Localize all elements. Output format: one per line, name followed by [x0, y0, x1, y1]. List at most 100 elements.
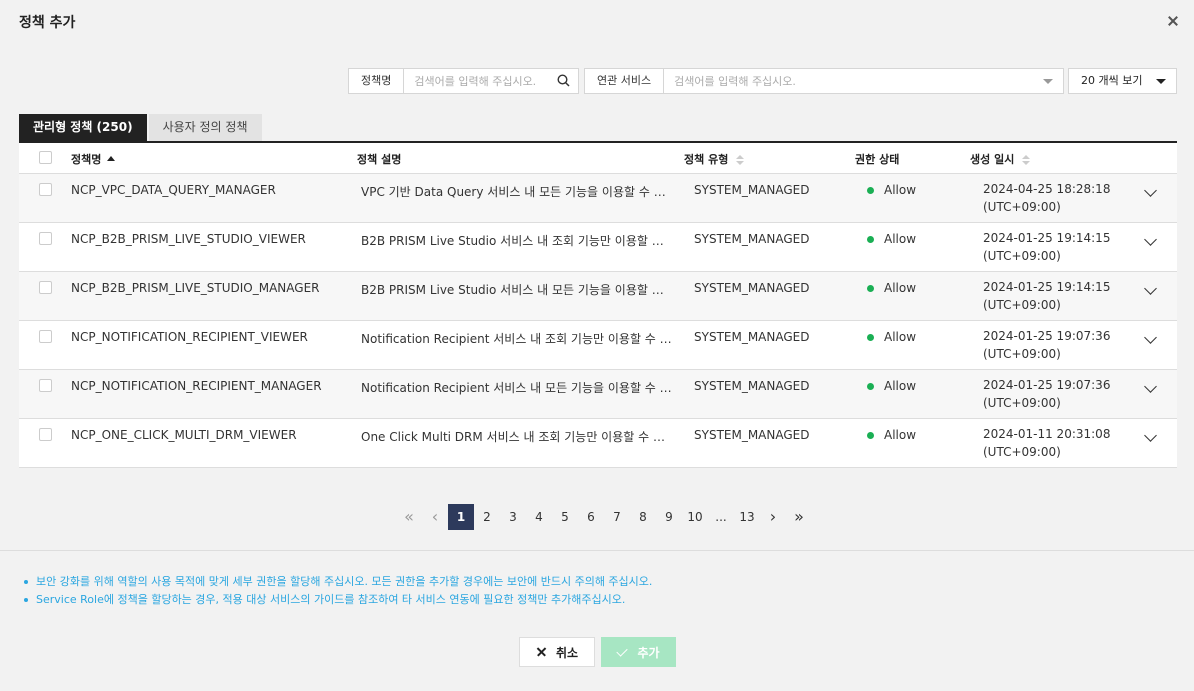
row-checkbox[interactable]	[39, 330, 52, 343]
policy-name: NCP_NOTIFICATION_RECIPIENT_VIEWER	[71, 330, 308, 344]
chevron-down-icon[interactable]	[1144, 233, 1157, 246]
page-1[interactable]: 1	[448, 504, 474, 530]
search-icon[interactable]	[557, 74, 570, 87]
first-page-icon[interactable]: «	[396, 504, 422, 530]
policy-name: NCP_NOTIFICATION_RECIPIENT_MANAGER	[71, 379, 322, 393]
last-page-icon[interactable]: »	[786, 504, 812, 530]
page-13[interactable]: 13	[734, 504, 760, 530]
chevron-down-icon[interactable]	[1144, 429, 1157, 442]
sort-asc-icon	[107, 156, 116, 161]
policy-table: 정책명 정책 설명 정책 유형 권한 상태 생성 일시 NCP_VPC_DATA…	[19, 143, 1177, 468]
column-label: 정책 설명	[357, 153, 402, 166]
status-text: Allow	[884, 232, 917, 246]
column-label: 생성 일시	[970, 153, 1015, 166]
column-label: 권한 상태	[855, 153, 900, 166]
created-date: 2024-01-11 20:31:08 (UTC+09:00)	[983, 425, 1110, 461]
chevron-down-icon[interactable]	[1043, 79, 1053, 84]
page-2[interactable]: 2	[474, 504, 500, 530]
page-4[interactable]: 4	[526, 504, 552, 530]
table-row[interactable]: NCP_B2B_PRISM_LIVE_STUDIO_VIEWER B2B PRI…	[19, 223, 1177, 272]
tab-managed-policy[interactable]: 관리형 정책 (250)	[19, 114, 147, 141]
table-header: 정책명 정책 설명 정책 유형 권한 상태 생성 일시	[19, 143, 1177, 174]
page-9[interactable]: 9	[656, 504, 682, 530]
search-input[interactable]	[404, 69, 578, 93]
add-button[interactable]: 추가	[601, 637, 676, 667]
policy-name: NCP_ONE_CLICK_MULTI_DRM_VIEWER	[71, 428, 297, 442]
chevron-down-icon[interactable]	[1144, 184, 1157, 197]
policy-desc: Notification Recipient 서비스 내 모든 기능을 이용할 …	[361, 381, 673, 395]
policy-status: Allow	[867, 428, 916, 442]
date-text: 2024-01-25 19:07:36	[983, 378, 1111, 392]
row-checkbox[interactable]	[39, 428, 52, 441]
column-header-type[interactable]: 정책 유형	[684, 151, 745, 167]
table-row[interactable]: NCP_ONE_CLICK_MULTI_DRM_VIEWER One Click…	[19, 419, 1177, 468]
row-checkbox[interactable]	[39, 379, 52, 392]
close-icon[interactable]	[1164, 12, 1182, 30]
policy-tabs: 관리형 정책 (250) 사용자 정의 정책	[19, 114, 264, 141]
page-8[interactable]: 8	[630, 504, 656, 530]
policy-desc: B2B PRISM Live Studio 서비스 내 조회 기능만 이용할 수…	[361, 234, 673, 248]
table-row[interactable]: NCP_NOTIFICATION_RECIPIENT_VIEWER Notifi…	[19, 321, 1177, 370]
column-header-date[interactable]: 생성 일시	[970, 151, 1031, 167]
policy-name: NCP_VPC_DATA_QUERY_MANAGER	[71, 183, 276, 197]
created-date: 2024-01-25 19:07:36 (UTC+09:00)	[983, 327, 1110, 363]
page-5[interactable]: 5	[552, 504, 578, 530]
policy-type: SYSTEM_MANAGED	[694, 183, 810, 197]
modal-title: 정책 추가	[19, 15, 76, 31]
page-6[interactable]: 6	[578, 504, 604, 530]
cancel-button[interactable]: 취소	[519, 637, 595, 667]
created-date: 2024-01-25 19:14:15 (UTC+09:00)	[983, 229, 1110, 265]
service-filter-input[interactable]	[664, 69, 1063, 93]
row-checkbox[interactable]	[39, 232, 52, 245]
tab-custom-policy[interactable]: 사용자 정의 정책	[148, 114, 262, 141]
date-text: 2024-01-25 19:14:15	[983, 231, 1111, 245]
timezone-text: (UTC+09:00)	[983, 396, 1061, 410]
chevron-down-icon[interactable]	[1144, 282, 1157, 295]
policy-name: NCP_B2B_PRISM_LIVE_STUDIO_MANAGER	[71, 281, 320, 295]
prev-page-icon[interactable]: ‹	[422, 504, 448, 530]
row-checkbox[interactable]	[39, 183, 52, 196]
table-row[interactable]: NCP_B2B_PRISM_LIVE_STUDIO_MANAGER B2B PR…	[19, 272, 1177, 321]
status-dot	[867, 333, 874, 341]
next-page-icon[interactable]: ›	[760, 504, 786, 530]
page-7[interactable]: 7	[604, 504, 630, 530]
status-text: Allow	[884, 183, 917, 197]
page-ellipsis: ...	[715, 510, 727, 524]
policy-status: Allow	[867, 232, 916, 246]
status-dot	[867, 186, 874, 194]
check-icon	[616, 644, 629, 657]
table-row[interactable]: NCP_NOTIFICATION_RECIPIENT_MANAGER Notif…	[19, 370, 1177, 419]
timezone-text: (UTC+09:00)	[983, 347, 1061, 361]
per-page-value: 20 개씩 보기	[1081, 74, 1143, 87]
created-date: 2024-01-25 19:14:15 (UTC+09:00)	[983, 278, 1110, 314]
add-policy-modal: 정책 추가 정책명 연관 서비스 20 개씩 보기 관리형 정책 (250) 사…	[0, 0, 1194, 691]
table-row[interactable]: NCP_VPC_DATA_QUERY_MANAGER VPC 기반 Data Q…	[19, 174, 1177, 223]
notice-item: 보안 강화를 위해 역할의 사용 목적에 맞게 세부 권한을 할당해 주십시오.…	[24, 573, 652, 591]
sort-icon	[1022, 155, 1031, 165]
status-text: Allow	[884, 281, 917, 295]
page-10[interactable]: 10	[682, 504, 708, 530]
chevron-down-icon	[1156, 79, 1166, 84]
column-header-status: 권한 상태	[855, 151, 899, 167]
policy-status: Allow	[867, 183, 916, 197]
date-text: 2024-01-11 20:31:08	[983, 427, 1111, 441]
policy-name-search: 정책명	[348, 68, 579, 94]
status-text: Allow	[884, 379, 917, 393]
policy-desc: One Click Multi DRM 서비스 내 조회 기능만 이용할 수 있…	[361, 430, 673, 444]
policy-status: Allow	[867, 379, 916, 393]
column-header-name[interactable]: 정책명	[71, 151, 116, 167]
select-all-checkbox[interactable]	[39, 151, 52, 164]
cancel-label: 취소	[555, 645, 579, 660]
chevron-down-icon[interactable]	[1144, 380, 1157, 393]
timezone-text: (UTC+09:00)	[983, 200, 1061, 214]
chevron-down-icon[interactable]	[1144, 331, 1157, 344]
page-3[interactable]: 3	[500, 504, 526, 530]
search-label: 정책명	[348, 68, 404, 94]
close-icon	[536, 647, 546, 657]
row-checkbox[interactable]	[39, 281, 52, 294]
timezone-text: (UTC+09:00)	[983, 249, 1061, 263]
per-page-select[interactable]: 20 개씩 보기	[1068, 68, 1177, 94]
policy-desc: VPC 기반 Data Query 서비스 내 모든 기능을 이용할 수 있는 …	[361, 185, 673, 199]
date-text: 2024-01-25 19:07:36	[983, 329, 1111, 343]
status-dot	[867, 235, 874, 243]
